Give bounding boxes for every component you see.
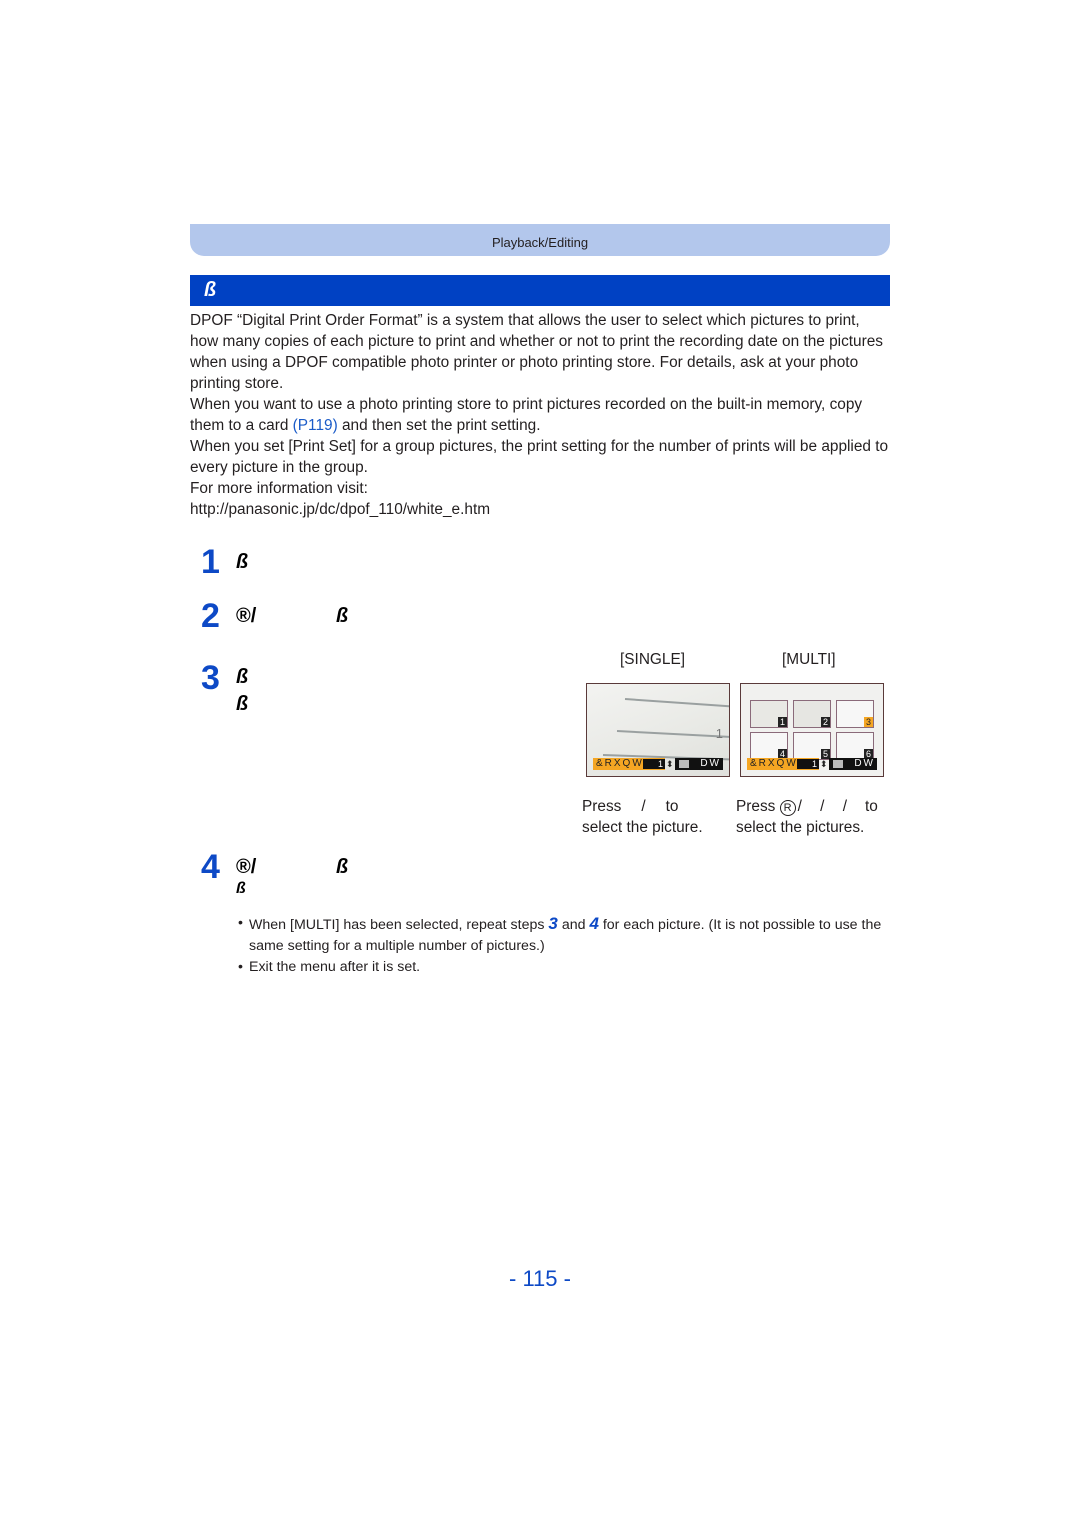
menu-set-button-icon: ®/ [236, 856, 257, 878]
multi-mode-screen: 1 2 3 4 5 6 &RXQW 1 ⬍ DW [740, 683, 884, 777]
step-3-glyph-line1: ß [236, 666, 249, 688]
multi-press-line2: select the pictures. [736, 819, 865, 836]
count-value: 1 [797, 759, 819, 769]
thumbnail-4[interactable]: 4 [750, 732, 788, 760]
thumbnail-1[interactable]: 1 [750, 700, 788, 728]
single-mode-label: [SINGLE] [620, 651, 686, 668]
single-press-line1: Press / to [582, 796, 732, 817]
multi-press-caption: Press R / / / to select the pictures. [736, 796, 888, 838]
intro-paragraph-4: For more information visit: [190, 480, 368, 497]
dpof-print-set-icon: ß [204, 279, 217, 301]
menu-set-button-icon: ®/ [236, 605, 257, 627]
page-number: - 115 - [509, 1266, 571, 1291]
note-text: and [557, 917, 590, 933]
thumbnail-number: 2 [821, 717, 830, 727]
multi-count-bar: &RXQW 1 ⬍ DW [747, 758, 877, 770]
intro-paragraph-2-tail: and then set the print setting. [337, 417, 541, 434]
multi-press-line1: Press R / / / to [736, 796, 888, 817]
info-url[interactable]: http://panasonic.jp/dc/dpof_110/white_e.… [190, 499, 890, 520]
thumbnail-5[interactable]: 5 [793, 732, 831, 760]
step-2-glyph: ß [336, 605, 349, 627]
step-number-4: 4 [201, 848, 220, 886]
step-3-glyph-line2: ß [236, 693, 249, 715]
date-icon [679, 760, 689, 768]
right-button-icon: R [779, 800, 796, 816]
up-down-arrow-icon: ⬍ [820, 759, 828, 769]
to-word: to [665, 798, 679, 815]
note-text: When [MULTI] has been selected, repeat s… [249, 917, 549, 933]
thumbnail-2[interactable]: 2 [793, 700, 831, 728]
date-setting: DW [829, 758, 877, 770]
step-reference-3: 3 [548, 914, 558, 933]
section-label: Playback/Editing [491, 235, 589, 250]
single-mode-screen: 1 &RXQW 1 ⬍ DW [586, 683, 730, 777]
notes-list: When [MULTI] has been selected, repeat s… [238, 913, 893, 978]
step-number-3: 3 [201, 659, 220, 697]
single-press-caption: Press / to select the picture. [582, 796, 732, 838]
intro-paragraph-3: When you set [Print Set] for a group pic… [190, 438, 889, 476]
print-count-icon: 1 [715, 726, 723, 741]
page-link-p119[interactable]: (P119) [293, 417, 338, 434]
separator: / [641, 798, 646, 815]
step-reference-4: 4 [589, 914, 599, 933]
step-number-1: 1 [201, 543, 220, 581]
count-value: 1 [643, 759, 665, 769]
thumbnail-number: 1 [778, 717, 787, 727]
step-4-glyph: ß [336, 856, 349, 878]
up-down-arrow-icon: ⬍ [666, 759, 674, 769]
step-1-glyph: ß [236, 551, 249, 573]
single-press-line2: select the picture. [582, 819, 703, 836]
separators: / / / [797, 798, 848, 815]
screen-photo-line [616, 730, 729, 739]
date-label: DW [700, 758, 721, 769]
multi-mode-label: [MULTI] [782, 651, 836, 668]
thumbnail-3[interactable]: 3 [836, 700, 874, 728]
date-setting: DW [675, 758, 723, 770]
intro-paragraph-1: DPOF “Digital Print Order Format” is a s… [190, 312, 883, 392]
intro-paragraph-2: When you want to use a photo printing st… [190, 394, 890, 436]
screen-photo-line [624, 698, 729, 708]
press-word: Press [582, 798, 622, 815]
section-header-band: Playback/Editing [190, 224, 890, 256]
to-word: to [865, 798, 878, 815]
press-word: Press [736, 798, 776, 815]
single-count-bar: &RXQW 1 ⬍ DW [593, 758, 723, 770]
date-label: DW [854, 758, 875, 769]
title-bar: ß [190, 275, 890, 306]
step-number-2: 2 [201, 597, 220, 635]
note-item: Exit the menu after it is set. [238, 957, 893, 978]
note-item: When [MULTI] has been selected, repeat s… [238, 913, 893, 957]
date-icon [833, 760, 843, 768]
thumbnail-number-selected: 3 [864, 717, 873, 727]
step-4-glyph-line2: ß [236, 880, 246, 897]
thumbnail-6[interactable]: 6 [836, 732, 874, 760]
intro-text: DPOF “Digital Print Order Format” is a s… [190, 310, 890, 520]
